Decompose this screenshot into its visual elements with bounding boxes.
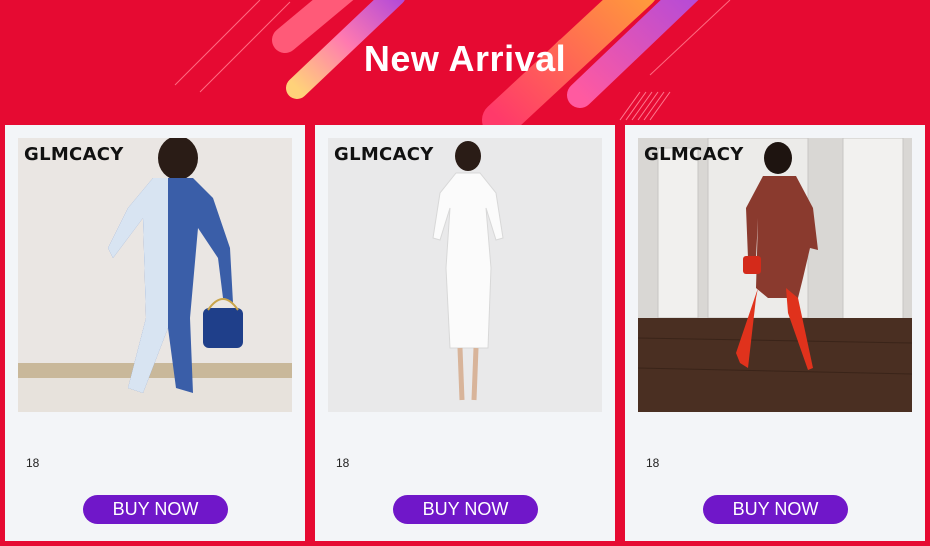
buy-now-button[interactable]: BUY NOW bbox=[83, 495, 228, 524]
product-price: 18 bbox=[646, 456, 660, 470]
brand-label: GLMCACY bbox=[334, 144, 434, 165]
buy-now-button[interactable]: BUY NOW bbox=[393, 495, 538, 524]
product-card[interactable]: GLMCACY 18 BUY NOW bbox=[5, 125, 305, 541]
product-card[interactable]: GLMCACY 18 BUY NOW bbox=[315, 125, 615, 541]
page-title: New Arrival bbox=[363, 38, 567, 79]
buy-now-button[interactable]: BUY NOW bbox=[703, 495, 848, 524]
product-card[interactable]: GLMCACY 18 BUY NOW bbox=[625, 125, 925, 541]
product-price: 18 bbox=[336, 456, 350, 470]
product-image[interactable]: GLMCACY bbox=[638, 138, 912, 412]
product-price: 18 bbox=[26, 456, 40, 470]
product-image[interactable]: GLMCACY bbox=[18, 138, 292, 412]
brand-label: GLMCACY bbox=[24, 144, 124, 165]
product-grid: GLMCACY 18 BUY NOW GLMCACY 18 BUY NOW GL… bbox=[0, 125, 930, 546]
promo-banner: New Arrival bbox=[0, 0, 930, 125]
brand-label: GLMCACY bbox=[644, 144, 744, 165]
product-image[interactable]: GLMCACY bbox=[328, 138, 602, 412]
